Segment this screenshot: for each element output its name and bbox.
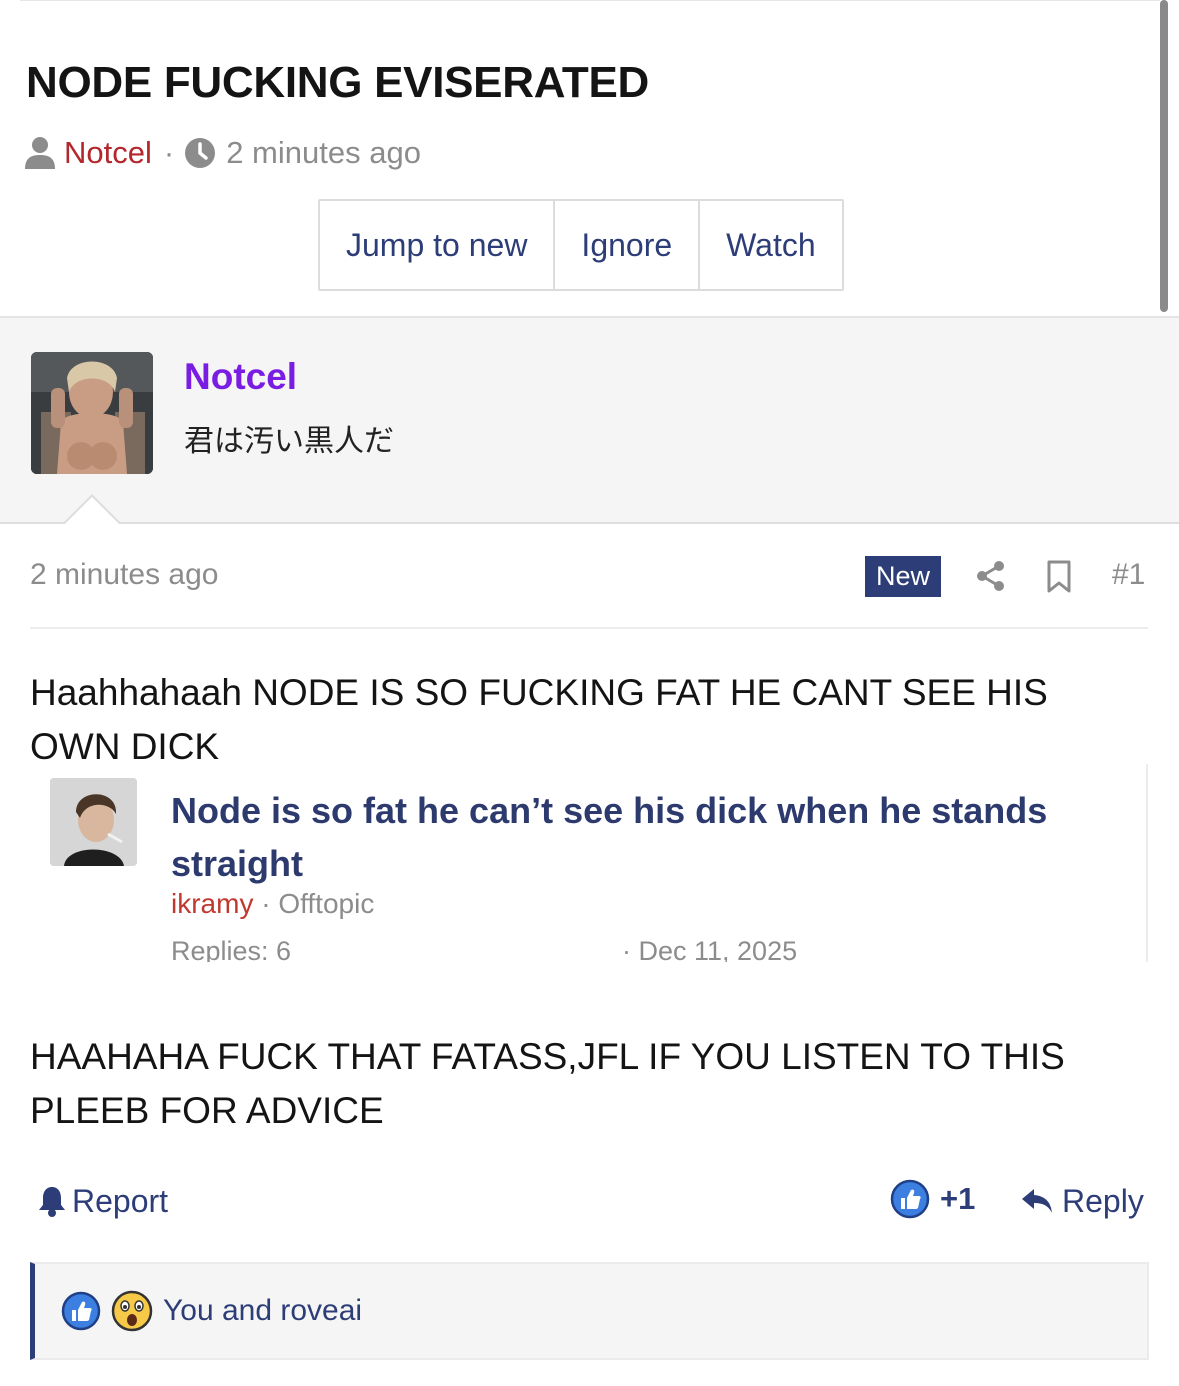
embed-date: · Dec 11, 2025 <box>622 936 798 962</box>
report-label: Report <box>72 1182 169 1219</box>
thread-meta: Notcel · 2 minutes ago <box>24 134 421 172</box>
thread-author-link[interactable]: Notcel <box>64 135 152 171</box>
report-button[interactable]: Report <box>38 1180 168 1222</box>
thread-time[interactable]: 2 minutes ago <box>226 135 421 171</box>
bookmark-icon[interactable] <box>1046 560 1072 593</box>
reactions-list-link[interactable]: You and roveai <box>163 1294 362 1328</box>
embed-forum-link[interactable]: Offtopic <box>278 888 374 919</box>
post-body-text-2: HAAHAHA FUCK THAT FATASS,JFL IF YOU LIST… <box>30 1036 1065 1131</box>
user-title: 君は汚い黒人だ <box>184 425 394 458</box>
reply-button[interactable]: Reply <box>1020 1180 1144 1222</box>
post-user-header: Notcel 君は汚い黒人だ <box>0 316 1179 524</box>
reply-icon <box>1022 1189 1052 1213</box>
post-time[interactable]: 2 minutes ago <box>30 558 218 592</box>
like-icon <box>890 1179 930 1219</box>
like-button[interactable]: +1 <box>890 1178 975 1220</box>
thread-actions: Jump to new Ignore Watch <box>318 199 844 291</box>
embed-meta: ikramy · Offtopic <box>171 888 374 920</box>
meta-separator: · <box>163 135 175 170</box>
share-icon[interactable] <box>974 560 1006 592</box>
watch-button[interactable]: Watch <box>700 201 842 289</box>
post-body-text-1: Haahhahaah NODE IS SO FUCKING FAT HE CAN… <box>30 672 1048 767</box>
top-divider <box>20 0 1160 1</box>
embed-meta-separator: · <box>261 888 279 919</box>
like-count: +1 <box>940 1181 976 1216</box>
post-number-link[interactable]: #1 <box>1112 558 1145 592</box>
reactions-bar[interactable]: You and roveai <box>30 1262 1149 1360</box>
avatar[interactable] <box>31 352 153 474</box>
bell-icon <box>39 1187 65 1217</box>
embed-replies: Replies: 6 <box>171 936 292 962</box>
like-icon <box>61 1291 101 1331</box>
clock-icon <box>185 138 216 168</box>
ignore-button[interactable]: Ignore <box>555 201 701 289</box>
embed-avatar[interactable] <box>50 778 137 866</box>
header-caret-fill <box>64 497 120 525</box>
reply-label: Reply <box>1062 1182 1144 1219</box>
embed-author-link[interactable]: ikramy <box>171 888 253 919</box>
new-badge: New <box>865 556 941 597</box>
scrollbar[interactable] <box>1160 0 1168 312</box>
post-divider <box>30 627 1148 629</box>
embedded-thread-card[interactable]: Node is so fat he can’t see his dick whe… <box>38 764 1150 962</box>
post-username-link[interactable]: Notcel <box>184 356 297 398</box>
user-icon <box>25 137 55 169</box>
jump-to-new-button[interactable]: Jump to new <box>320 201 556 289</box>
embed-thread-title-link[interactable]: Node is so fat he can’t see his dick whe… <box>171 784 1131 890</box>
embed-border <box>1146 764 1148 962</box>
wow-icon <box>111 1290 153 1332</box>
thread-title: NODE FUCKING EVISERATED <box>26 58 650 107</box>
